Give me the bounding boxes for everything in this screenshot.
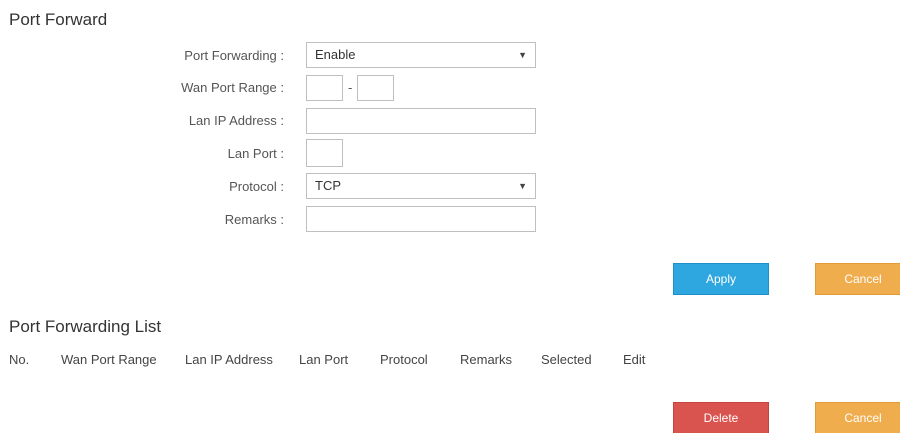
port-forward-page: Port Forward Port Forwarding : Enable ▼ … [0, 0, 900, 433]
wan-port-start-input[interactable] [306, 75, 343, 101]
lan-port-input[interactable] [306, 139, 343, 167]
lan-ip-address-label: Lan IP Address : [188, 113, 284, 128]
cancel-button[interactable]: Cancel [815, 263, 900, 295]
column-header-selected: Selected [541, 352, 592, 367]
column-header-lan-ip-address: Lan IP Address [185, 352, 273, 367]
dropdown-arrow-icon: ▼ [518, 50, 527, 60]
column-header-no: No. [9, 352, 30, 367]
port-forwarding-label: Port Forwarding : [184, 48, 284, 63]
lan-ip-address-input[interactable] [306, 108, 536, 134]
protocol-value: TCP [315, 178, 341, 193]
port-forwarding-select[interactable]: Enable ▼ [306, 42, 536, 68]
remarks-input[interactable] [306, 206, 536, 232]
column-header-edit: Edit [623, 352, 646, 367]
protocol-label: Protocol : [229, 179, 284, 194]
dropdown-arrow-icon: ▼ [518, 181, 527, 191]
column-header-protocol: Protocol [380, 352, 428, 367]
list-cancel-button[interactable]: Cancel [815, 402, 900, 433]
port-forwarding-value: Enable [315, 47, 356, 62]
column-header-lan-port: Lan Port [299, 352, 349, 367]
apply-button[interactable]: Apply [673, 263, 769, 295]
wan-port-range-separator: - [348, 80, 353, 95]
remarks-label: Remarks : [224, 212, 284, 227]
protocol-select[interactable]: TCP ▼ [306, 173, 536, 199]
port-forwarding-list-title: Port Forwarding List [9, 317, 162, 336]
column-header-remarks: Remarks [460, 352, 513, 367]
column-header-wan-port-range: Wan Port Range [61, 352, 157, 367]
wan-port-end-input[interactable] [357, 75, 394, 101]
delete-button[interactable]: Delete [673, 402, 769, 433]
port-forward-title: Port Forward [9, 10, 108, 29]
wan-port-range-label: Wan Port Range : [181, 80, 284, 95]
lan-port-label: Lan Port : [227, 146, 284, 161]
